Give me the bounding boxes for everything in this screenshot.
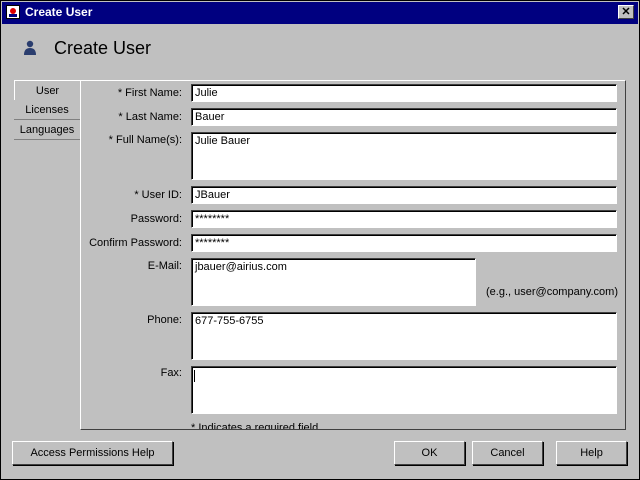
fax-label: Fax: — [160, 367, 182, 379]
email-hint: (e.g., user@company.com) — [486, 286, 619, 298]
phone-label: Phone: — [147, 314, 182, 326]
user-id-field[interactable]: JBauer — [191, 186, 617, 204]
page-title: Create User — [54, 38, 152, 58]
window-title: Create User — [25, 5, 93, 19]
close-button[interactable]: ✕ — [618, 5, 634, 19]
full-name-label: * Full Name(s): — [108, 134, 182, 146]
first-name-field[interactable]: Julie — [191, 84, 617, 102]
last-name-field[interactable]: Bauer — [191, 108, 617, 126]
phone-field[interactable]: 677-755-6755 — [191, 312, 617, 360]
full-name-field[interactable]: Julie Bauer — [191, 132, 617, 180]
password-label: Password: — [130, 213, 182, 225]
help-button[interactable]: Help — [556, 441, 627, 465]
confirm-password-label: Confirm Password: — [89, 237, 182, 249]
password-field[interactable]: ******** — [191, 210, 617, 228]
ok-button[interactable]: OK — [394, 441, 465, 465]
email-label: E-Mail: — [147, 260, 182, 272]
user-id-label: * User ID: — [134, 189, 182, 201]
title-bar[interactable]: Create User ✕ — [2, 2, 638, 24]
fax-field[interactable] — [191, 366, 617, 414]
required-field-note: * Indicates a required field — [191, 422, 319, 429]
user-icon — [24, 40, 36, 55]
java-app-icon — [6, 5, 20, 19]
email-field[interactable]: jbauer@airius.com — [191, 258, 476, 306]
access-permissions-help-button[interactable]: Access Permissions Help — [12, 441, 173, 465]
first-name-label: * First Name: — [117, 87, 182, 99]
last-name-label: * Last Name: — [118, 111, 182, 123]
cancel-button[interactable]: Cancel — [472, 441, 543, 465]
text-caret — [194, 370, 195, 382]
confirm-password-field[interactable]: ******** — [191, 234, 617, 252]
